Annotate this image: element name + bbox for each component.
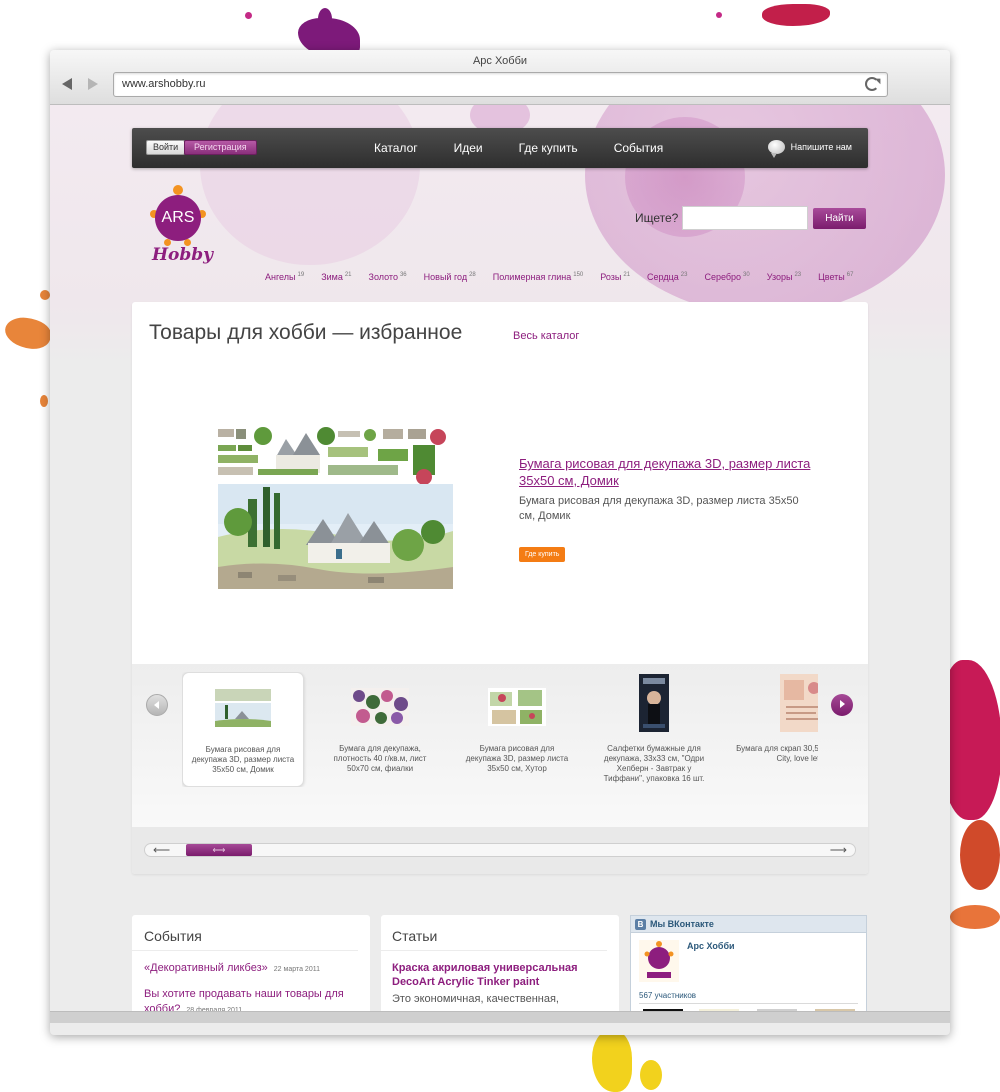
paint-splash — [1, 311, 55, 355]
web-page: Войти Регистрация Каталог Идеи Где купит… — [50, 105, 950, 1023]
scroll-left-arrow-icon[interactable]: ⟵ — [153, 844, 170, 856]
vk-group-name[interactable]: Арс Хобби — [687, 941, 735, 951]
paint-splash — [40, 290, 50, 300]
carousel-item-text: Салфетки бумажные для декупажа, 33х33 см… — [603, 744, 705, 783]
event-date: 22 марта 2011 — [273, 966, 320, 973]
logo-circle: ARS — [155, 195, 201, 241]
forward-arrow-icon[interactable] — [88, 78, 98, 90]
main-menu: Каталог Идеи Где купить События — [356, 128, 681, 168]
paint-splash — [960, 820, 1000, 890]
paint-splash — [762, 4, 830, 26]
articles-panel: Статьи Краска акриловая универсальная De… — [381, 915, 619, 1023]
tag-link[interactable]: Зима 21 — [321, 272, 351, 282]
menu-item-ideas[interactable]: Идеи — [436, 128, 501, 168]
carousel-items: Бумага рисовая для декупажа 3D, размер л… — [182, 672, 818, 787]
logo-dot — [173, 185, 183, 195]
vk-header: В Мы ВКонтакте — [631, 916, 866, 933]
vk-group-avatar[interactable] — [639, 940, 679, 982]
paint-splash — [716, 12, 722, 18]
search-button[interactable]: Найти — [813, 208, 866, 229]
carousel-item[interactable]: Бумага для скрап 30,5х30,5 см, Р City, l… — [730, 672, 818, 787]
featured-product-description: Бумага рисовая для декупажа 3D, размер л… — [519, 495, 799, 522]
carousel-prev-button[interactable] — [146, 694, 168, 716]
where-to-buy-button[interactable]: Где купить — [519, 547, 566, 562]
address-url: www.arshobby.ru — [122, 78, 206, 90]
paint-splash — [950, 905, 1000, 929]
vk-members-count[interactable]: 567 участников — [639, 991, 696, 1000]
carousel-item[interactable]: Салфетки бумажные для декупажа, 33х33 см… — [593, 672, 715, 787]
tag-link[interactable]: Ангелы 19 — [265, 272, 304, 282]
carousel-thumb — [351, 688, 409, 726]
window-title: Арс Хобби — [472, 55, 528, 67]
paint-splash — [245, 12, 252, 19]
paint-splash — [592, 1030, 632, 1092]
menu-item-catalog[interactable]: Каталог — [356, 128, 436, 168]
product-image[interactable] — [218, 427, 453, 589]
article-link[interactable]: Краска акриловая универсальная DecoArt A… — [381, 951, 619, 989]
vk-header-label: Мы ВКонтакте — [650, 919, 714, 929]
browser-window: Арс Хобби www.arshobby.ru Войти Регистра… — [50, 50, 950, 1035]
reload-icon[interactable] — [865, 77, 879, 91]
carousel-item[interactable]: Бумага рисовая для декупажа 3D, размер л… — [182, 672, 304, 787]
address-bar[interactable]: www.arshobby.ru — [113, 72, 888, 97]
search-input[interactable] — [682, 206, 808, 230]
carousel-thumb — [639, 674, 669, 732]
paint-splash — [318, 8, 332, 30]
carousel-item-text: Бумага рисовая для декупажа 3D, размер л… — [191, 745, 295, 774]
vk-widget: В Мы ВКонтакте Арс Хобби 567 участников — [630, 915, 867, 1023]
tag-link[interactable]: Серебро 30 — [704, 272, 749, 282]
page-bottom-bar — [50, 1011, 950, 1023]
events-title: События — [132, 915, 358, 951]
divider — [639, 1003, 858, 1004]
menu-item-where-to-buy[interactable]: Где купить — [501, 128, 596, 168]
carousel-item[interactable]: Бумага рисовая для декупажа 3D, размер л… — [456, 672, 578, 787]
menu-item-events[interactable]: События — [596, 128, 682, 168]
carousel-item[interactable]: Бумага для декупажа, плотность 40 г/кв.м… — [319, 672, 441, 787]
carousel-item-text: Бумага для декупажа, плотность 40 г/кв.м… — [333, 744, 427, 773]
back-arrow-icon[interactable] — [62, 78, 72, 90]
browser-titlebar: Арс Хобби www.arshobby.ru — [50, 50, 950, 105]
tag-link[interactable]: Узоры 23 — [767, 272, 801, 282]
vk-logo-icon: В — [635, 918, 646, 930]
scrollbar-thumb[interactable] — [186, 844, 252, 856]
paint-splash — [640, 1060, 662, 1090]
product-carousel: Бумага рисовая для декупажа 3D, размер л… — [132, 664, 868, 827]
all-catalog-link[interactable]: Весь каталог — [513, 330, 579, 342]
carousel-item-text: Бумага рисовая для декупажа 3D, размер л… — [465, 744, 569, 773]
carousel-footer: ⟵ ⟶ — [132, 827, 868, 874]
write-us-link[interactable]: Напишите нам — [767, 140, 852, 158]
top-navigation: Войти Регистрация Каталог Идеи Где купит… — [132, 128, 868, 168]
carousel-thumb — [488, 688, 546, 726]
carousel-next-button[interactable] — [831, 694, 853, 716]
search-label: Ищете? — [635, 211, 679, 225]
event-item[interactable]: «Декоративный ликбез» 22 марта 2011 — [132, 951, 370, 977]
carousel-item-text: Бумага для скрап 30,5х30,5 см, Р City, l… — [736, 744, 818, 763]
write-us-label: Напишите нам — [790, 142, 852, 152]
tag-link[interactable]: Золото 36 — [369, 272, 407, 282]
scroll-right-arrow-icon[interactable]: ⟶ — [830, 844, 847, 856]
tag-link[interactable]: Новый год 28 — [424, 272, 476, 282]
register-button[interactable]: Регистрация — [184, 140, 257, 155]
events-panel: События «Декоративный ликбез» 22 марта 20… — [132, 915, 370, 1023]
tag-link[interactable]: Полимерная глина 150 — [493, 272, 583, 282]
event-title[interactable]: «Декоративный ликбез» — [144, 962, 268, 974]
articles-title: Статьи — [381, 915, 607, 951]
featured-panel: Товары для хобби — избранное Весь катало… — [132, 302, 868, 874]
tag-link[interactable]: Сердца 23 — [647, 272, 687, 282]
carousel-thumb — [780, 674, 818, 732]
carousel-scrollbar[interactable]: ⟵ ⟶ — [144, 843, 856, 857]
tag-link[interactable]: Цветы 67 — [818, 272, 853, 282]
site-logo[interactable]: ARS Hobby — [150, 185, 214, 270]
carousel-thumb — [215, 689, 271, 727]
login-button[interactable]: Войти — [146, 140, 186, 155]
tag-cloud: Ангелы 19 Зима 21 Золото 36 Новый год 28 Пол… — [265, 272, 853, 282]
tag-link[interactable]: Розы 21 — [600, 272, 630, 282]
logo-text: Hobby — [152, 245, 214, 265]
featured-title: Товары для хобби — избранное — [149, 321, 463, 344]
paint-splash — [40, 395, 48, 407]
featured-product-link[interactable]: Бумага рисовая для декупажа 3D, размер л… — [519, 455, 819, 489]
chat-bubble-icon — [767, 140, 785, 158]
